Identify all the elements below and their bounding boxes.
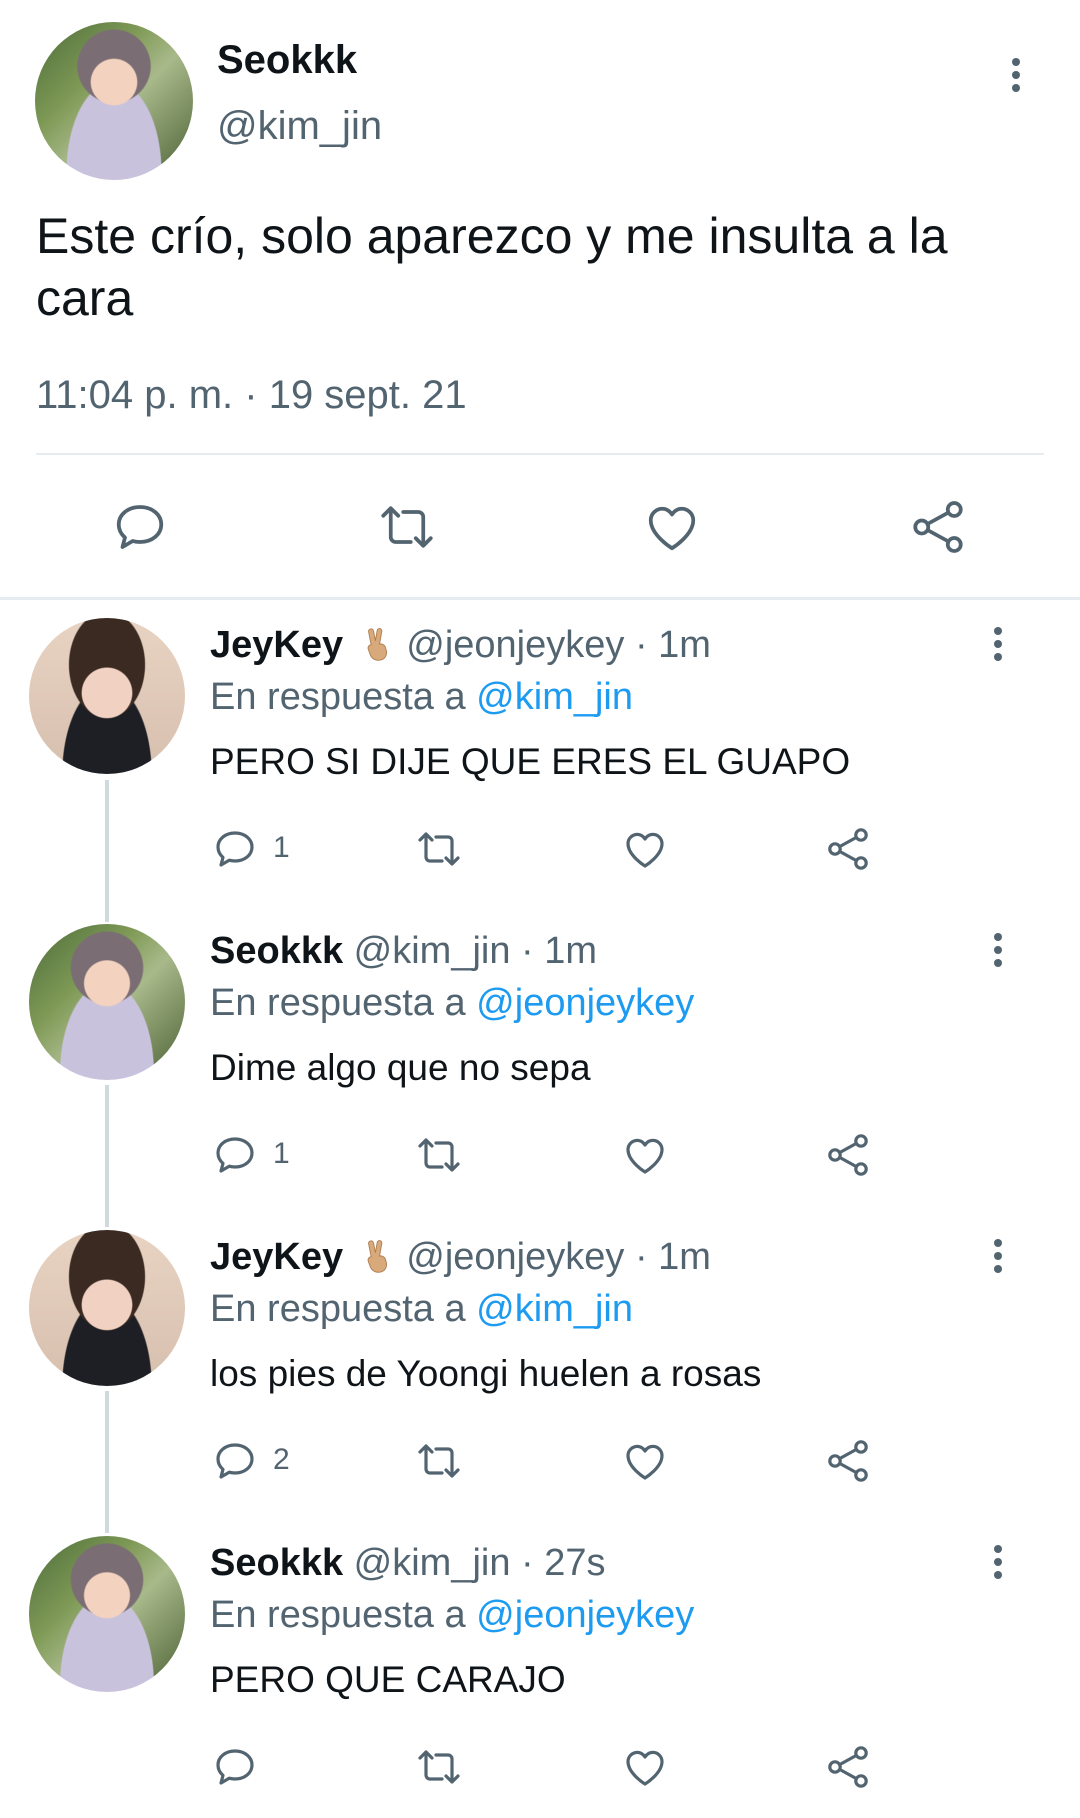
thread-line — [105, 1085, 109, 1227]
more-options-icon[interactable] — [992, 933, 1004, 967]
retweet-icon[interactable] — [413, 1743, 465, 1791]
thread-line — [105, 780, 109, 922]
avatar[interactable] — [29, 924, 185, 1080]
more-options-icon[interactable] — [992, 627, 1004, 661]
reply-to-line: En respuesta a @kim_jin — [210, 676, 633, 719]
reply-to-prefix: En respuesta a — [210, 1288, 466, 1330]
reply-header: Seokkk @kim_jin · 1m — [210, 930, 597, 973]
reply-to-prefix: En respuesta a — [210, 676, 466, 718]
reply-text: PERO QUE CARAJO — [210, 1659, 566, 1700]
mention-link[interactable]: @jeonjeykey — [476, 982, 694, 1024]
more-options-icon[interactable] — [1010, 58, 1022, 92]
reply-text: PERO SI DIJE QUE ERES EL GUAPO — [210, 741, 851, 782]
divider — [36, 453, 1044, 455]
reply-count: 1 — [273, 831, 290, 864]
retweet-icon[interactable] — [413, 825, 465, 873]
reply-to-line: En respuesta a @jeonjeykey — [210, 1594, 694, 1637]
handle[interactable]: @jeonjeykey — [406, 1236, 624, 1278]
more-options-icon[interactable] — [992, 1239, 1004, 1273]
mention-link[interactable]: @kim_jin — [476, 676, 633, 718]
reply-to-prefix: En respuesta a — [210, 1594, 466, 1636]
avatar[interactable] — [29, 1230, 185, 1386]
reply-icon[interactable] — [211, 1743, 259, 1791]
display-name[interactable]: JeyKey — [210, 1236, 343, 1278]
time: · 1m — [521, 930, 598, 972]
timestamp[interactable]: 11:04 p. m. · 19 sept. 21 — [36, 373, 467, 418]
thread-line — [105, 1391, 109, 1533]
like-icon[interactable] — [620, 1743, 670, 1791]
handle[interactable]: @kim_jin — [354, 930, 511, 972]
retweet-icon[interactable] — [375, 497, 439, 557]
display-name[interactable]: JeyKey — [210, 624, 343, 666]
share-icon[interactable] — [824, 1437, 872, 1485]
share-icon[interactable] — [907, 497, 969, 557]
handle[interactable]: @kim_jin — [217, 104, 382, 149]
reply-icon[interactable] — [211, 1437, 259, 1485]
section-divider — [0, 597, 1080, 600]
time: · 1m — [634, 624, 711, 666]
reply-icon[interactable] — [110, 497, 170, 557]
avatar[interactable] — [29, 618, 185, 774]
more-options-icon[interactable] — [992, 1545, 1004, 1579]
reply-header: JeyKey @jeonjeykey · 1m — [210, 624, 711, 667]
reply-text: los pies de Yoongi huelen a rosas — [210, 1353, 762, 1394]
share-icon[interactable] — [824, 1131, 872, 1179]
reply-icon[interactable] — [211, 1131, 259, 1179]
display-name[interactable]: Seokkk — [210, 930, 343, 972]
reply-to-prefix: En respuesta a — [210, 982, 466, 1024]
share-icon[interactable] — [824, 1743, 872, 1791]
like-icon[interactable] — [620, 825, 670, 873]
reply-text: Dime algo que no sepa — [210, 1047, 591, 1088]
retweet-icon[interactable] — [413, 1131, 465, 1179]
reply-icon[interactable] — [211, 825, 259, 873]
handle[interactable]: @jeonjeykey — [406, 624, 624, 666]
victory-hand-icon — [367, 1240, 387, 1273]
time: · 27s — [521, 1542, 606, 1584]
display-name[interactable]: Seokkk — [210, 1542, 343, 1584]
reply-header: Seokkk @kim_jin · 27s — [210, 1542, 606, 1585]
reply-header: JeyKey @jeonjeykey · 1m — [210, 1236, 711, 1279]
victory-hand-icon — [367, 628, 387, 661]
like-icon[interactable] — [641, 497, 703, 557]
reply-count: 2 — [273, 1443, 290, 1476]
reply-count: 1 — [273, 1137, 290, 1170]
reply-to-line: En respuesta a @kim_jin — [210, 1288, 633, 1331]
avatar[interactable] — [29, 1536, 185, 1692]
like-icon[interactable] — [620, 1131, 670, 1179]
reply-to-line: En respuesta a @jeonjeykey — [210, 982, 694, 1025]
display-name[interactable]: Seokkk — [217, 38, 357, 83]
share-icon[interactable] — [824, 825, 872, 873]
handle[interactable]: @kim_jin — [354, 1542, 511, 1584]
avatar[interactable] — [35, 22, 193, 180]
mention-link[interactable]: @kim_jin — [476, 1288, 633, 1330]
time: · 1m — [634, 1236, 711, 1278]
mention-link[interactable]: @jeonjeykey — [476, 1594, 694, 1636]
retweet-icon[interactable] — [413, 1437, 465, 1485]
tweet-text: Este crío, solo aparezco y me insulta a … — [36, 208, 948, 326]
like-icon[interactable] — [620, 1437, 670, 1485]
